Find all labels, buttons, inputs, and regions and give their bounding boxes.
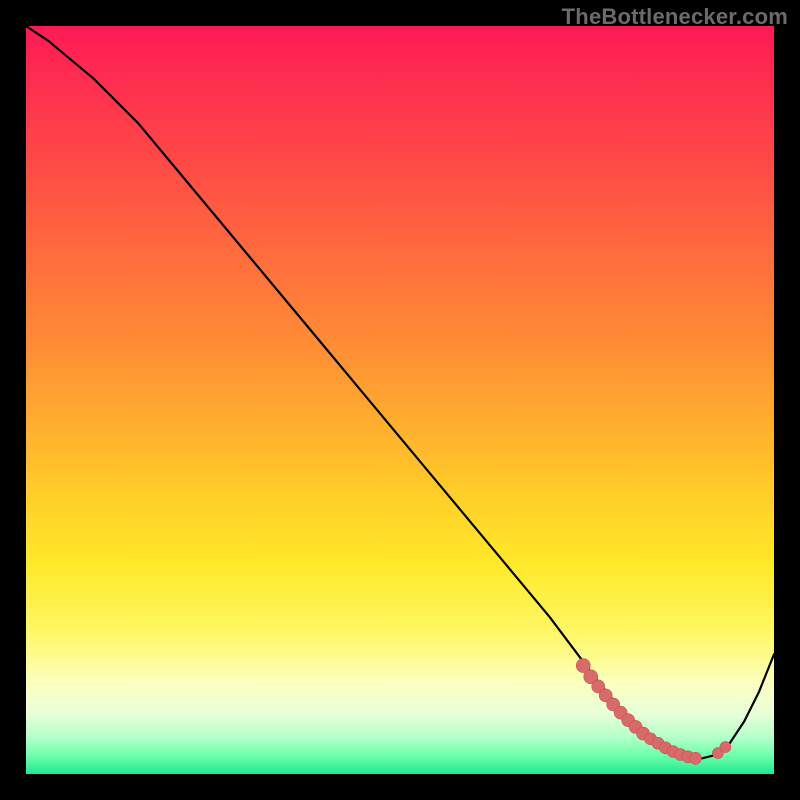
sweet-spot-dot xyxy=(720,742,731,753)
sweet-spot-dot xyxy=(689,752,701,764)
chart-overlay-svg xyxy=(26,26,774,774)
bottleneck-curve xyxy=(26,26,774,759)
plot-area xyxy=(26,26,774,774)
sweet-spot-dots xyxy=(576,659,731,765)
chart-stage: TheBottlenecker.com xyxy=(0,0,800,800)
attribution-label: TheBottlenecker.com xyxy=(562,4,788,30)
